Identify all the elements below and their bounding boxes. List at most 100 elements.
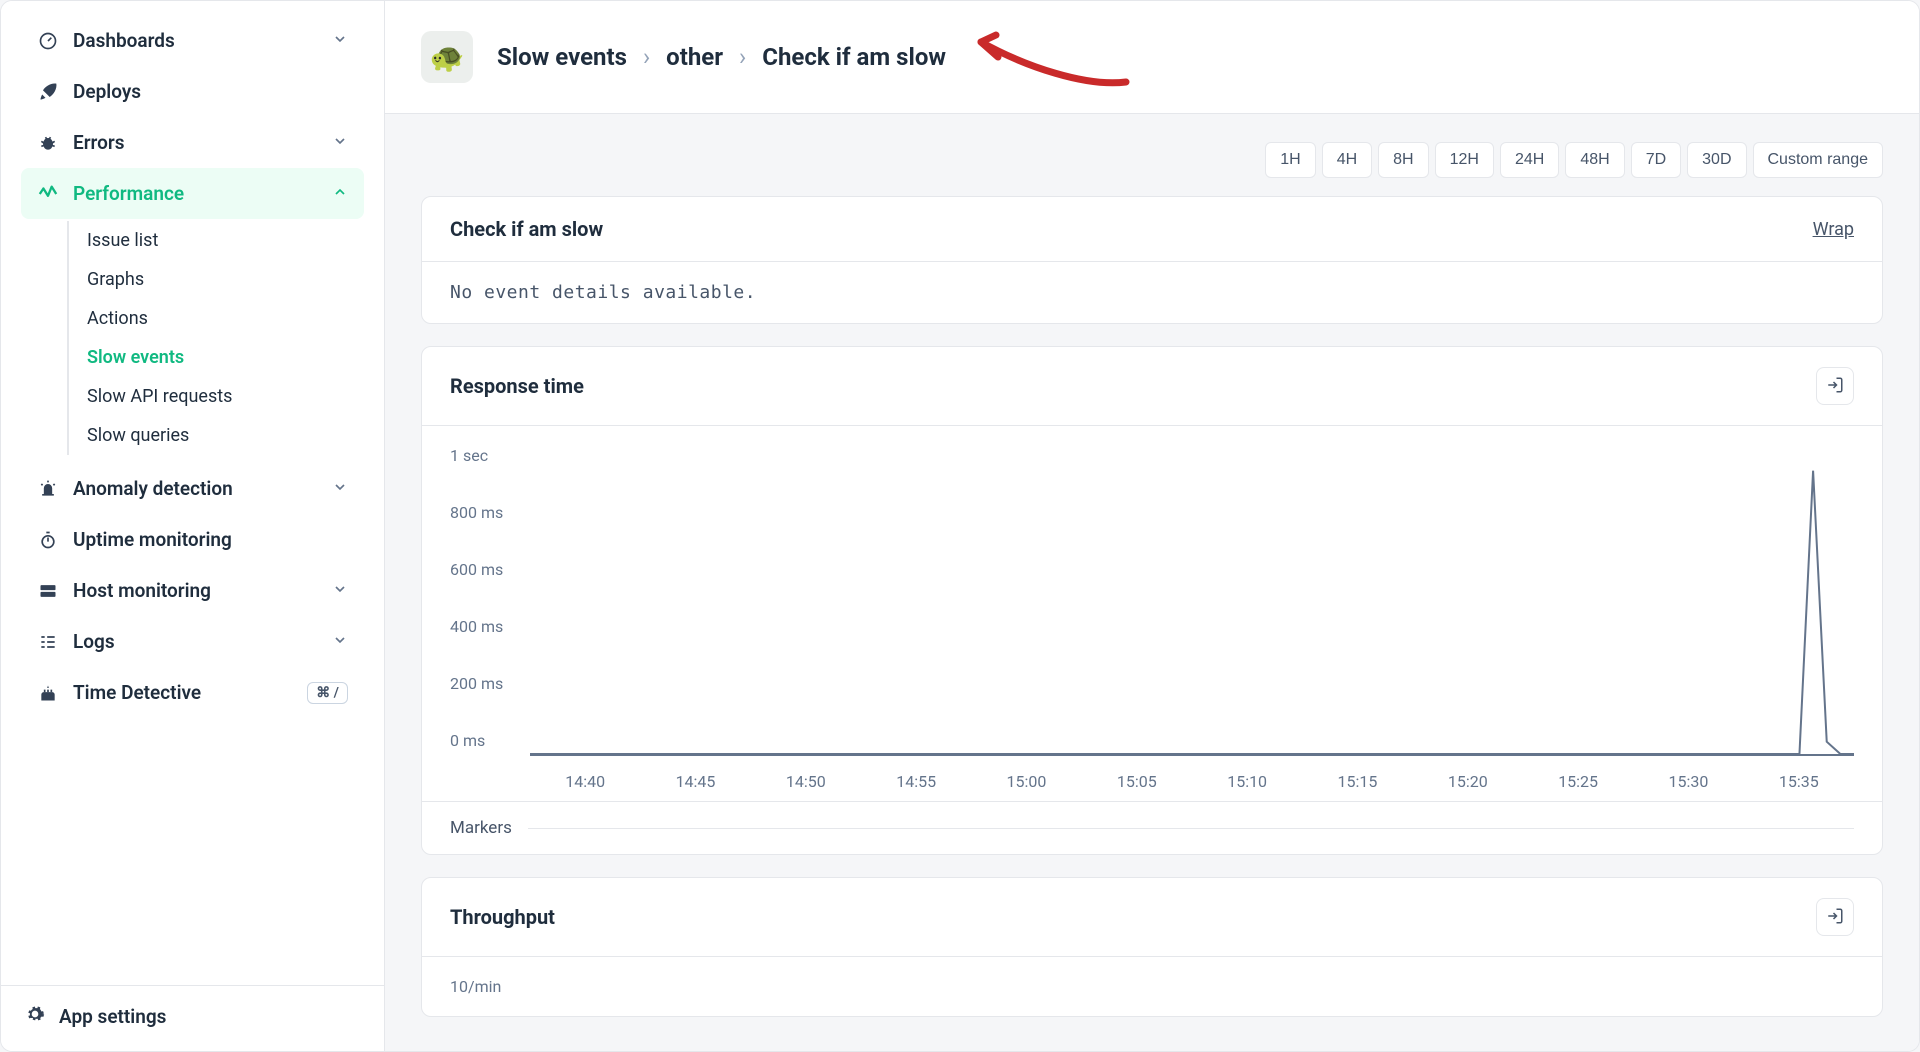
shortcut-badge: ⌘ / (307, 682, 348, 704)
card-head: Check if am slow Wrap (422, 197, 1882, 262)
export-icon (1826, 907, 1844, 928)
card-body: No event details available. (422, 262, 1882, 323)
range-8h[interactable]: 8H (1378, 142, 1428, 178)
range-7d[interactable]: 7D (1631, 142, 1681, 178)
x-tick: 15:10 (1192, 772, 1302, 791)
sidebar-footer: App settings (1, 985, 384, 1051)
export-button[interactable] (1816, 898, 1854, 936)
nav-label: Time Detective (73, 681, 307, 704)
breadcrumb: Slow events › other › Check if am slow (497, 43, 946, 71)
sub-item-slow-api[interactable]: Slow API requests (87, 377, 364, 416)
sidebar-item-uptime[interactable]: Uptime monitoring (21, 514, 364, 565)
x-axis: 14:40 14:45 14:50 14:55 15:00 15:05 15:1… (530, 756, 1854, 791)
chevron-down-icon (332, 579, 348, 602)
rocket-icon (37, 81, 59, 103)
stopwatch-icon (37, 529, 59, 551)
sidebar-item-time-detective[interactable]: Time Detective ⌘ / (21, 667, 364, 718)
nav-label: Errors (73, 131, 332, 154)
x-tick: 15:20 (1413, 772, 1523, 791)
chevron-down-icon (332, 630, 348, 653)
range-48h[interactable]: 48H (1565, 142, 1624, 178)
topbar: 🐢 Slow events › other › Check if am slow (385, 1, 1919, 114)
annotation-arrow-icon (966, 27, 1136, 87)
chevron-down-icon (332, 477, 348, 500)
export-button[interactable] (1816, 367, 1854, 405)
event-body-text: No event details available. (450, 282, 756, 303)
x-tick: 14:50 (751, 772, 861, 791)
response-title: Response time (450, 374, 584, 398)
nav-label: Uptime monitoring (73, 528, 348, 551)
sidebar-item-anomaly[interactable]: Anomaly detection (21, 463, 364, 514)
sidebar-item-errors[interactable]: Errors (21, 117, 364, 168)
app-root: Dashboards Deploys Errors Performance Is… (0, 0, 1920, 1052)
performance-sublist: Issue list Graphs Actions Slow events Sl… (67, 221, 364, 455)
sub-item-slow-queries[interactable]: Slow queries (87, 416, 364, 455)
y-tick: 1 sec (450, 446, 530, 465)
chevron-up-icon (332, 182, 348, 205)
wrap-toggle[interactable]: Wrap (1813, 219, 1854, 240)
server-icon (37, 580, 59, 602)
range-24h[interactable]: 24H (1500, 142, 1559, 178)
nav-label: Dashboards (73, 29, 332, 52)
nav-label: Logs (73, 630, 332, 653)
x-tick: 15:05 (1082, 772, 1192, 791)
y-axis: 1 sec 800 ms 600 ms 400 ms 200 ms 0 ms (450, 446, 530, 756)
sidebar-item-deploys[interactable]: Deploys (21, 66, 364, 117)
nav-label: Anomaly detection (73, 477, 332, 500)
content: 1H 4H 8H 12H 24H 48H 7D 30D Custom range… (385, 114, 1919, 1051)
sidebar-scroll: Dashboards Deploys Errors Performance Is… (1, 1, 384, 985)
sub-item-issue-list[interactable]: Issue list (87, 221, 364, 260)
y-tick: 400 ms (450, 617, 530, 636)
sub-item-actions[interactable]: Actions (87, 299, 364, 338)
y-tick: 200 ms (450, 674, 530, 693)
sidebar-item-host[interactable]: Host monitoring (21, 565, 364, 616)
export-icon (1826, 376, 1844, 397)
gear-icon (25, 1004, 45, 1029)
sidebar-item-logs[interactable]: Logs (21, 616, 364, 667)
crumb-slow-events[interactable]: Slow events (497, 43, 627, 71)
sub-item-graphs[interactable]: Graphs (87, 260, 364, 299)
crumb-other[interactable]: other (666, 43, 723, 71)
throughput-ytick: 10/min (450, 977, 501, 996)
range-12h[interactable]: 12H (1435, 142, 1494, 178)
sub-item-slow-events[interactable]: Slow events (87, 338, 364, 377)
plot-area[interactable] (530, 446, 1854, 756)
x-tick: 15:00 (971, 772, 1081, 791)
turtle-icon: 🐢 (421, 31, 473, 83)
crumb-current: Check if am slow (762, 43, 946, 71)
nav-label: Deploys (73, 80, 348, 103)
event-details-card: Check if am slow Wrap No event details a… (421, 196, 1883, 324)
chevron-down-icon (332, 29, 348, 52)
settings-label: App settings (59, 1005, 166, 1028)
time-range-row: 1H 4H 8H 12H 24H 48H 7D 30D Custom range (421, 142, 1883, 178)
x-tick: 14:45 (640, 772, 750, 791)
app-settings-link[interactable]: App settings (25, 1004, 360, 1029)
sidebar-item-performance[interactable]: Performance (21, 168, 364, 219)
y-tick: 800 ms (450, 503, 530, 522)
crumb-sep: › (643, 43, 650, 71)
x-tick: 15:25 (1523, 772, 1633, 791)
range-4h[interactable]: 4H (1322, 142, 1372, 178)
x-tick: 15:30 (1633, 772, 1743, 791)
range-30d[interactable]: 30D (1687, 142, 1746, 178)
range-custom[interactable]: Custom range (1753, 142, 1884, 178)
gauge-icon (37, 30, 59, 52)
bug-icon (37, 132, 59, 154)
chevron-down-icon (332, 131, 348, 154)
markers-line (528, 828, 1854, 829)
response-time-card: Response time 1 sec 800 ms 600 ms 400 ms… (421, 346, 1883, 855)
x-tick: 14:55 (861, 772, 971, 791)
birthday-icon (37, 682, 59, 704)
range-1h[interactable]: 1H (1265, 142, 1315, 178)
response-chart: 1 sec 800 ms 600 ms 400 ms 200 ms 0 ms (450, 446, 1854, 756)
sidebar-item-dashboards[interactable]: Dashboards (21, 15, 364, 66)
y-tick: 0 ms (450, 731, 530, 750)
sidebar: Dashboards Deploys Errors Performance Is… (1, 1, 385, 1051)
siren-icon (37, 478, 59, 500)
throughput-card: Throughput 10/min (421, 877, 1883, 1017)
card-head: Response time (422, 347, 1882, 426)
chart-wrap: 1 sec 800 ms 600 ms 400 ms 200 ms 0 ms 1… (422, 426, 1882, 801)
markers-row: Markers (422, 801, 1882, 854)
x-tick: 14:40 (530, 772, 640, 791)
time-range-group: 1H 4H 8H 12H 24H 48H 7D 30D Custom range (1265, 142, 1883, 178)
